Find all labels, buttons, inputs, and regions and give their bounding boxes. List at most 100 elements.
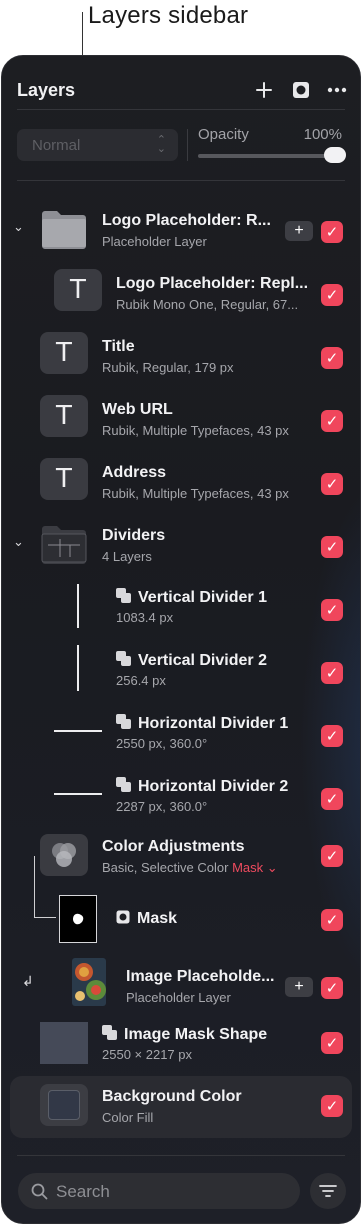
footer-divider xyxy=(17,1155,345,1156)
color-adjustment-icon xyxy=(52,843,76,867)
callout-line xyxy=(82,12,83,56)
shape-group-icon xyxy=(116,651,132,666)
visibility-checkbox[interactable]: ✓ xyxy=(321,725,343,747)
controls-divider xyxy=(17,180,345,181)
folder-icon xyxy=(41,526,87,564)
visibility-checkbox[interactable]: ✓ xyxy=(321,909,343,931)
text-icon: T xyxy=(70,275,86,305)
layer-row[interactable]: T Logo Placeholder: Repl... Rubik Mono O… xyxy=(2,259,360,321)
more-options-button[interactable] xyxy=(325,78,349,102)
layer-name: Web URL xyxy=(102,401,173,418)
layer-subtitle: Rubik, Multiple Typefaces, 43 px xyxy=(102,423,289,438)
filter-button[interactable] xyxy=(310,1173,346,1209)
add-layer-button[interactable] xyxy=(252,78,276,102)
layer-row[interactable]: T Address Rubik, Multiple Typefaces, 43 … xyxy=(2,448,360,510)
visibility-checkbox[interactable]: ✓ xyxy=(321,662,343,684)
visibility-checkbox[interactable]: ✓ xyxy=(321,788,343,810)
layer-name-text: Mask xyxy=(137,910,178,927)
layer-name: Vertical Divider 1 xyxy=(116,588,267,607)
text-layer-thumbnail: T xyxy=(40,395,88,437)
layer-row[interactable]: ⌄ Dividers 4 Layers ✓ xyxy=(2,511,360,573)
layer-subtitle: Basic, Selective Color Mask ⌄ xyxy=(102,860,278,876)
layer-row-selected[interactable]: Background Color Color Fill ✓ xyxy=(10,1076,352,1138)
layer-name: Address xyxy=(102,464,167,481)
layers-sidebar: Layers Normal ⌃ ⌄ Opacity 100% ⌄ Logo Pla… xyxy=(1,55,361,1224)
shape-group-icon xyxy=(102,1025,118,1040)
page-title: Layers xyxy=(17,80,76,100)
vertical-line-thumbnail xyxy=(77,584,79,628)
horizontal-line-thumbnail xyxy=(54,793,102,795)
mask-icon xyxy=(293,82,309,98)
text-layer-thumbnail: T xyxy=(40,458,88,500)
text-icon: T xyxy=(56,401,72,431)
visibility-checkbox[interactable]: ✓ xyxy=(321,845,343,867)
layer-row[interactable]: Horizontal Divider 2 2287 px, 360.0° ✓ xyxy=(2,763,360,825)
layer-subtitle: Rubik Mono One, Regular, 67... xyxy=(116,297,299,312)
opacity-value: 100% xyxy=(303,126,342,143)
layer-name: Image Placeholde... xyxy=(126,968,275,985)
opacity-slider[interactable] xyxy=(198,154,338,158)
visibility-checkbox[interactable]: ✓ xyxy=(321,347,343,369)
layer-name: Image Mask Shape xyxy=(102,1025,267,1044)
callout-label: Layers sidebar xyxy=(88,2,249,29)
search-placeholder: Search xyxy=(56,1182,110,1201)
visibility-checkbox[interactable]: ✓ xyxy=(321,1032,343,1054)
layer-name: Vertical Divider 2 xyxy=(116,651,267,670)
layer-name: Logo Placeholder: Repl... xyxy=(116,275,309,292)
visibility-checkbox[interactable]: ✓ xyxy=(321,410,343,432)
add-mask-button[interactable] xyxy=(289,78,313,102)
text-icon: T xyxy=(56,338,72,368)
visibility-checkbox[interactable]: ✓ xyxy=(321,599,343,621)
mask-shape-icon xyxy=(73,913,84,925)
layer-row[interactable]: Vertical Divider 2 256.4 px ✓ xyxy=(2,637,360,699)
search-icon xyxy=(31,1183,48,1200)
layer-row[interactable]: T Title Rubik, Regular, 179 px ✓ xyxy=(2,322,360,384)
layer-row[interactable]: Image Mask Shape 2550 × 2217 px ✓ xyxy=(2,1015,360,1077)
layer-subtitle: Rubik, Regular, 179 px xyxy=(102,360,234,375)
shape-group-icon xyxy=(116,714,132,729)
add-to-placeholder-button[interactable]: + xyxy=(285,221,313,241)
mask-thumbnail xyxy=(59,895,97,943)
layer-row[interactable]: ⌄ Logo Placeholder: R... Placeholder Lay… xyxy=(2,196,360,258)
layer-subtitle: Placeholder Layer xyxy=(126,990,231,1005)
visibility-checkbox[interactable]: ✓ xyxy=(321,473,343,495)
header-divider xyxy=(17,109,345,110)
opacity-label: Opacity xyxy=(198,126,249,143)
add-to-placeholder-button[interactable]: + xyxy=(285,977,313,997)
visibility-checkbox[interactable]: ✓ xyxy=(321,1095,343,1117)
mask-link[interactable]: Mask ⌄ xyxy=(232,860,278,875)
sidebar-header: Layers xyxy=(2,56,360,112)
layer-row[interactable]: Color Adjustments Basic, Selective Color… xyxy=(2,826,360,888)
layer-row[interactable]: Horizontal Divider 1 2550 px, 360.0° ✓ xyxy=(2,700,360,762)
layer-row[interactable]: T Web URL Rubik, Multiple Typefaces, 43 … xyxy=(2,385,360,447)
layer-row[interactable]: Vertical Divider 1 1083.4 px ✓ xyxy=(2,574,360,636)
visibility-checkbox[interactable]: ✓ xyxy=(321,536,343,558)
clipping-arrow-icon: ↲ xyxy=(22,973,34,989)
search-input[interactable]: Search xyxy=(18,1173,300,1209)
vertical-line-thumbnail xyxy=(77,645,79,691)
layer-name: Color Adjustments xyxy=(102,838,245,855)
mask-icon xyxy=(116,910,130,924)
visibility-checkbox[interactable]: ✓ xyxy=(321,977,343,999)
layer-subtitle: 256.4 px xyxy=(116,673,166,688)
color-swatch xyxy=(48,1090,80,1120)
layer-name: Mask xyxy=(116,910,177,928)
opacity-slider-knob[interactable] xyxy=(324,147,346,163)
layer-subtitle: Rubik, Multiple Typefaces, 43 px xyxy=(102,486,289,501)
visibility-checkbox[interactable]: ✓ xyxy=(321,284,343,306)
color-fill-thumbnail xyxy=(40,1084,88,1126)
layer-row[interactable]: ↲ Image Placeholde... Placeholder Layer … xyxy=(2,952,360,1014)
layer-subtitle: 2550 × 2217 px xyxy=(102,1047,192,1062)
visibility-checkbox[interactable]: ✓ xyxy=(321,221,343,243)
chevron-down-icon[interactable]: ⌄ xyxy=(13,219,24,235)
folder-icon xyxy=(42,211,86,249)
chevron-down-icon[interactable]: ⌄ xyxy=(13,534,24,550)
layer-row[interactable]: Mask ✓ xyxy=(2,889,360,951)
layer-name: Dividers xyxy=(102,527,166,544)
blend-mode-select[interactable]: Normal ⌃ ⌄ xyxy=(17,129,178,161)
ellipsis-icon xyxy=(327,87,347,93)
chevron-up-down-icon: ⌃ ⌄ xyxy=(156,134,166,155)
blend-mode-value: Normal xyxy=(32,137,81,154)
text-icon: T xyxy=(56,464,72,494)
layer-subtitle: 2550 px, 360.0° xyxy=(116,736,208,751)
